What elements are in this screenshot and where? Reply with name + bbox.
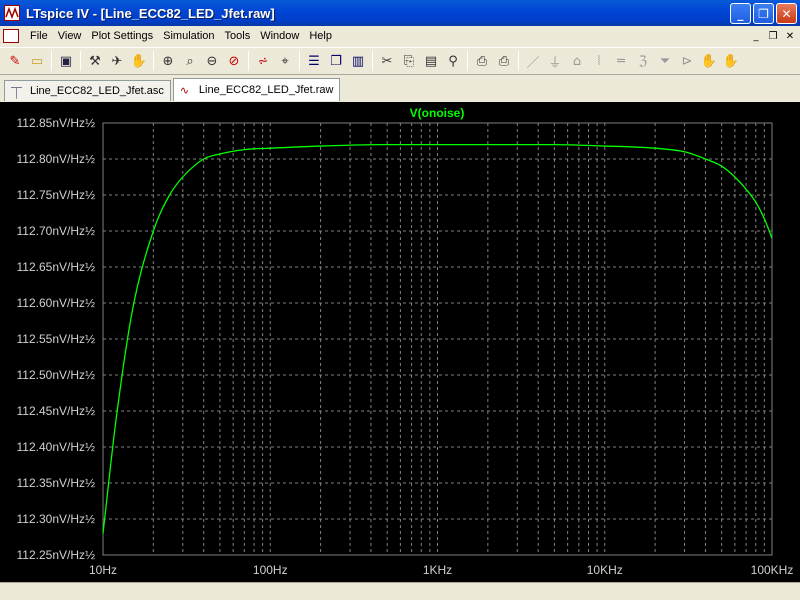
y-tick-label: 112.45nV/Hz½ bbox=[17, 404, 96, 418]
tile-vertical-icon[interactable]: ▥ bbox=[347, 50, 369, 72]
y-tick-label: 112.60nV/Hz½ bbox=[17, 296, 96, 310]
title-bar: LTspice IV - [Line_ECC82_LED_Jfet.raw] _… bbox=[0, 0, 800, 26]
copy-icon[interactable]: ⎘ bbox=[398, 50, 420, 72]
wire-icon[interactable]: ／ bbox=[522, 50, 544, 72]
menu-plot-settings[interactable]: Plot Settings bbox=[86, 30, 158, 42]
close-button[interactable]: ✕ bbox=[776, 3, 797, 24]
print-setup-icon[interactable]: ⎙ bbox=[471, 50, 493, 72]
control-panel-icon[interactable]: ⚒ bbox=[84, 50, 106, 72]
y-tick-label: 112.65nV/Hz½ bbox=[17, 260, 96, 274]
waveform-plot-pane[interactable]: 112.85nV/Hz½ 112.80nV/Hz½ 112.75nV/Hz½ 112.… bbox=[0, 102, 800, 582]
toolbar-separator bbox=[80, 51, 81, 71]
y-tick-label: 112.85nV/Hz½ bbox=[17, 116, 96, 130]
waveform-icon: ∿ bbox=[179, 84, 190, 97]
schematic-icon: ⏉ bbox=[11, 87, 22, 100]
menu-window[interactable]: Window bbox=[255, 30, 304, 42]
halt-icon[interactable]: ✋ bbox=[128, 50, 150, 72]
window-title: LTspice IV - [Line_ECC82_LED_Jfet.raw] bbox=[26, 5, 275, 21]
menu-tools[interactable]: Tools bbox=[220, 30, 256, 42]
toolbar-separator bbox=[299, 51, 300, 71]
toolbar: ✎ ▭ ▣ ⚒ ✈ ✋ ⊕ ⌕ ⊖ ⊘ ⩫ ⌖ ☰ ❐ ▥ ✂ ⎘ ▤ ⚲ ⎙ … bbox=[0, 47, 800, 75]
tile-horizontal-icon[interactable]: ☰ bbox=[303, 50, 325, 72]
trace-label[interactable]: V(onoise) bbox=[410, 106, 465, 120]
x-tick-label: 1KHz bbox=[423, 563, 452, 577]
tab-waveform[interactable]: ∿ Line_ECC82_LED_Jfet.raw bbox=[172, 78, 341, 101]
print-icon[interactable]: ⎙ bbox=[493, 50, 515, 72]
cut-icon[interactable]: ✂ bbox=[376, 50, 398, 72]
menu-view[interactable]: View bbox=[53, 30, 87, 42]
restore-button[interactable]: ❐ bbox=[753, 3, 774, 24]
y-tick-label: 112.35nV/Hz½ bbox=[17, 476, 96, 490]
component-icon[interactable]: ⊳ bbox=[676, 50, 698, 72]
waveform-chart[interactable]: 112.85nV/Hz½ 112.80nV/Hz½ 112.75nV/Hz½ 112.… bbox=[0, 102, 800, 582]
y-tick-label: 112.75nV/Hz½ bbox=[17, 188, 96, 202]
x-tick-label: 10Hz bbox=[89, 563, 117, 577]
y-tick-label: 112.70nV/Hz½ bbox=[17, 224, 96, 238]
y-tick-label: 112.25nV/Hz½ bbox=[17, 548, 96, 562]
save-icon[interactable]: ▣ bbox=[55, 50, 77, 72]
tab-label: Line_ECC82_LED_Jfet.raw bbox=[198, 84, 334, 96]
mdi-minimize-button[interactable]: _ bbox=[748, 29, 764, 43]
capacitor-icon[interactable]: ═ bbox=[610, 50, 632, 72]
resistor-icon[interactable]: ⦚ bbox=[588, 50, 610, 72]
run-icon[interactable]: ✈ bbox=[106, 50, 128, 72]
mdi-close-button[interactable]: ✕ bbox=[782, 29, 798, 43]
menu-help[interactable]: Help bbox=[304, 30, 337, 42]
minimize-button[interactable]: _ bbox=[730, 3, 751, 24]
toolbar-separator bbox=[51, 51, 52, 71]
move-icon[interactable]: ✋ bbox=[698, 50, 720, 72]
ground-icon[interactable]: ⏚ bbox=[544, 50, 566, 72]
menu-bar: File View Plot Settings Simulation Tools… bbox=[0, 26, 800, 46]
tab-label: Line_ECC82_LED_Jfet.asc bbox=[30, 85, 164, 97]
zoom-rect-icon[interactable]: ⌕ bbox=[179, 50, 201, 72]
y-tick-label: 112.30nV/Hz½ bbox=[17, 512, 96, 526]
document-tabs: ⏉ Line_ECC82_LED_Jfet.asc ∿ Line_ECC82_L… bbox=[0, 77, 800, 101]
ltspice-app-icon[interactable] bbox=[4, 5, 20, 21]
toolbar-separator bbox=[518, 51, 519, 71]
label-icon[interactable]: ⌂ bbox=[566, 50, 588, 72]
cursor-icon[interactable]: ⌖ bbox=[274, 50, 296, 72]
zoom-in-icon[interactable]: ⊕ bbox=[157, 50, 179, 72]
toolbar-separator bbox=[372, 51, 373, 71]
toolbar-separator bbox=[467, 51, 468, 71]
paste-icon[interactable]: ▤ bbox=[420, 50, 442, 72]
cascade-icon[interactable]: ❐ bbox=[325, 50, 347, 72]
zoom-out-icon[interactable]: ⊖ bbox=[201, 50, 223, 72]
mdi-restore-button[interactable]: ❐ bbox=[765, 29, 781, 43]
y-tick-label: 112.55nV/Hz½ bbox=[17, 332, 96, 346]
menu-simulation[interactable]: Simulation bbox=[158, 30, 219, 42]
diode-icon[interactable]: ⏷ bbox=[654, 50, 676, 72]
status-bar bbox=[0, 582, 800, 600]
x-tick-label: 100KHz bbox=[751, 563, 794, 577]
open-icon[interactable]: ▭ bbox=[26, 50, 48, 72]
y-tick-label: 112.80nV/Hz½ bbox=[17, 152, 96, 166]
toolbar-separator bbox=[248, 51, 249, 71]
drag-icon[interactable]: ✋ bbox=[720, 50, 742, 72]
zoom-cancel-icon[interactable]: ⊘ bbox=[223, 50, 245, 72]
inductor-icon[interactable]: ℨ bbox=[632, 50, 654, 72]
new-schematic-icon[interactable]: ✎ bbox=[4, 50, 26, 72]
x-tick-label: 100Hz bbox=[253, 563, 288, 577]
toolbar-separator bbox=[153, 51, 154, 71]
x-tick-label: 10KHz bbox=[587, 563, 623, 577]
y-tick-label: 112.40nV/Hz½ bbox=[17, 440, 96, 454]
find-icon[interactable]: ⚲ bbox=[442, 50, 464, 72]
menu-file[interactable]: File bbox=[25, 30, 53, 42]
y-tick-label: 112.50nV/Hz½ bbox=[17, 368, 96, 382]
document-icon[interactable] bbox=[3, 29, 19, 43]
autorange-icon[interactable]: ⩫ bbox=[252, 50, 274, 72]
tab-schematic[interactable]: ⏉ Line_ECC82_LED_Jfet.asc bbox=[4, 80, 171, 101]
